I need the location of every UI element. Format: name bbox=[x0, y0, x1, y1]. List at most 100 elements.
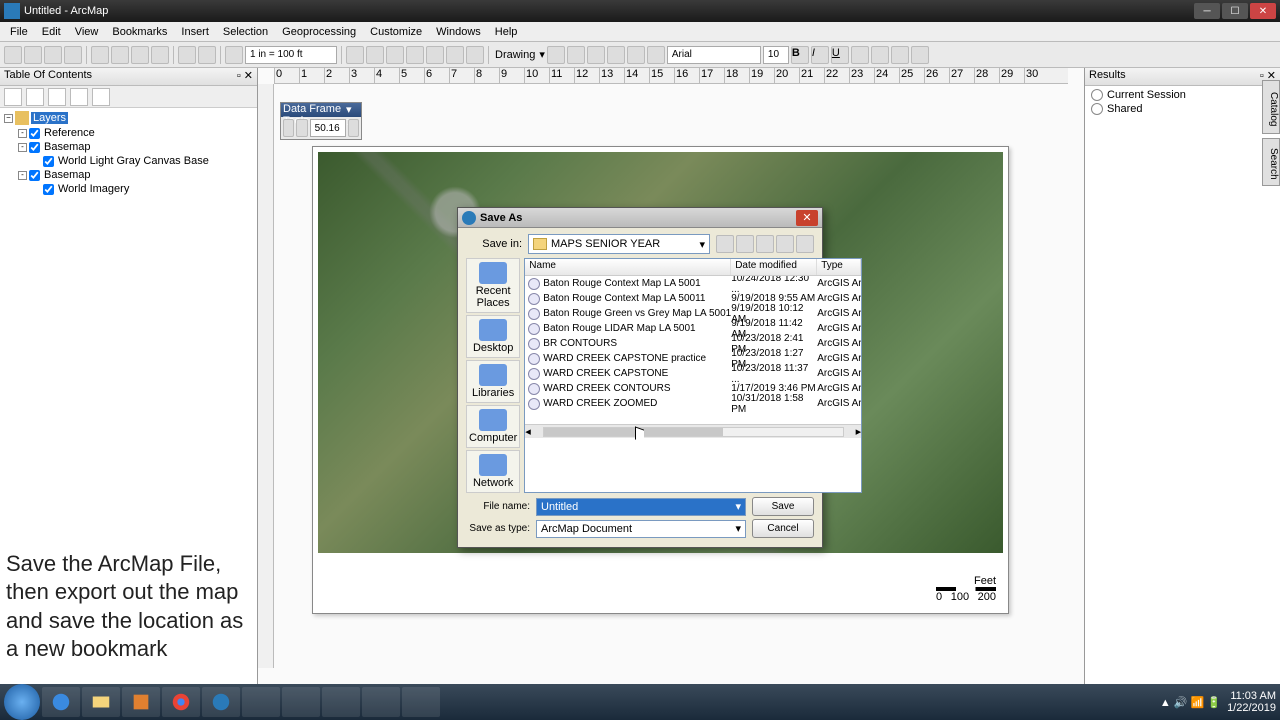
editor-toolbar-icon[interactable] bbox=[346, 46, 364, 64]
toc-list-by-source-icon[interactable] bbox=[26, 88, 44, 106]
fontcolor-icon[interactable] bbox=[851, 46, 869, 64]
search-icon[interactable] bbox=[406, 46, 424, 64]
task-arcmap[interactable] bbox=[202, 687, 240, 717]
bold-icon[interactable]: B bbox=[791, 46, 809, 64]
undo-icon[interactable] bbox=[178, 46, 196, 64]
delete-icon[interactable] bbox=[151, 46, 169, 64]
task-ie[interactable] bbox=[42, 687, 80, 717]
results-item[interactable]: Shared bbox=[1107, 103, 1142, 115]
catalog-icon[interactable] bbox=[386, 46, 404, 64]
add-data-icon[interactable] bbox=[225, 46, 243, 64]
up-one-level-icon[interactable] bbox=[736, 235, 754, 253]
layer-label[interactable]: World Light Gray Canvas Base bbox=[56, 155, 211, 167]
task-app3[interactable] bbox=[322, 687, 360, 717]
menu-file[interactable]: File bbox=[4, 24, 34, 40]
marker-icon[interactable] bbox=[607, 46, 625, 64]
layer-checkbox[interactable] bbox=[29, 128, 40, 139]
new-folder-icon[interactable] bbox=[756, 235, 774, 253]
layer-checkbox[interactable] bbox=[29, 142, 40, 153]
data-frame-tools-toolbar[interactable]: Data Frame Tools▾ ✕ bbox=[280, 102, 362, 140]
select-element-icon[interactable] bbox=[547, 46, 565, 64]
save-icon[interactable] bbox=[44, 46, 62, 64]
place-libraries[interactable]: Libraries bbox=[466, 360, 520, 403]
layer-label[interactable]: Basemap bbox=[42, 169, 92, 181]
task-app4[interactable] bbox=[362, 687, 400, 717]
tray-icons[interactable]: ▲ 🔊 📶 🔋 bbox=[1160, 696, 1221, 709]
minimize-button[interactable]: ─ bbox=[1194, 3, 1220, 19]
col-name[interactable]: Name bbox=[525, 259, 731, 275]
fontsize-input[interactable] bbox=[763, 46, 789, 64]
tray-clock[interactable]: 11:03 AM1/22/2019 bbox=[1227, 690, 1276, 714]
task-app2[interactable] bbox=[282, 687, 320, 717]
toc-list-by-visibility-icon[interactable] bbox=[48, 88, 66, 106]
clear-rotation-icon[interactable] bbox=[296, 119, 307, 137]
expand-icon[interactable]: - bbox=[18, 129, 27, 138]
place-network[interactable]: Network bbox=[466, 450, 520, 493]
file-row[interactable]: WARD CREEK CAPSTONE10/23/2018 11:37 ...A… bbox=[525, 366, 861, 381]
menu-customize[interactable]: Customize bbox=[364, 24, 428, 40]
layer-label[interactable]: World Imagery bbox=[56, 183, 131, 195]
place-recent[interactable]: Recent Places bbox=[466, 258, 520, 313]
maximize-button[interactable]: ☐ bbox=[1222, 3, 1248, 19]
toc-pin-icon[interactable]: ▫ ✕ bbox=[237, 69, 253, 84]
menu-selection[interactable]: Selection bbox=[217, 24, 274, 40]
rotation-input[interactable] bbox=[310, 119, 346, 137]
layer-label[interactable]: Reference bbox=[42, 127, 97, 139]
expand-icon[interactable]: − bbox=[4, 114, 13, 123]
font-input[interactable] bbox=[667, 46, 761, 64]
task-media[interactable] bbox=[122, 687, 160, 717]
toc-options-icon[interactable] bbox=[92, 88, 110, 106]
col-type[interactable]: Type bbox=[817, 259, 861, 275]
search-tab[interactable]: Search bbox=[1262, 138, 1280, 186]
menu-geoprocessing[interactable]: Geoprocessing bbox=[276, 24, 362, 40]
copy-icon[interactable] bbox=[111, 46, 129, 64]
dftools-close-icon[interactable]: ▾ ✕ bbox=[346, 103, 359, 117]
tools-icon[interactable] bbox=[796, 235, 814, 253]
arctoolbox-icon[interactable] bbox=[426, 46, 444, 64]
savetype-combo[interactable]: ArcMap Document▾ bbox=[536, 520, 746, 538]
toc-list-by-drawing-icon[interactable] bbox=[4, 88, 22, 106]
new-icon[interactable] bbox=[4, 46, 22, 64]
savein-combo[interactable]: MAPS SENIOR YEAR ▾ bbox=[528, 234, 710, 254]
linecolor-icon[interactable] bbox=[891, 46, 909, 64]
modelbuilder-icon[interactable] bbox=[466, 46, 484, 64]
italic-icon[interactable]: I bbox=[811, 46, 829, 64]
print-icon[interactable] bbox=[64, 46, 82, 64]
toc-root[interactable]: Layers bbox=[31, 112, 68, 124]
cancel-button[interactable]: Cancel bbox=[752, 519, 814, 538]
catalog-tab[interactable]: Catalog bbox=[1262, 80, 1280, 134]
view-menu-icon[interactable] bbox=[776, 235, 794, 253]
rectangle-icon[interactable] bbox=[567, 46, 585, 64]
close-button[interactable]: ✕ bbox=[1250, 3, 1276, 19]
toc-list-by-selection-icon[interactable] bbox=[70, 88, 88, 106]
file-row[interactable]: WARD CREEK ZOOMED10/31/2018 1:58 PMArcGI… bbox=[525, 396, 861, 411]
menu-help[interactable]: Help bbox=[489, 24, 524, 40]
open-icon[interactable] bbox=[24, 46, 42, 64]
underline-icon[interactable]: U bbox=[831, 46, 849, 64]
map-scale-input[interactable] bbox=[245, 46, 337, 64]
col-date[interactable]: Date modified bbox=[731, 259, 817, 275]
menu-insert[interactable]: Insert bbox=[175, 24, 215, 40]
menu-bookmarks[interactable]: Bookmarks bbox=[106, 24, 173, 40]
file-row[interactable]: Baton Rouge Context Map LA 500110/24/201… bbox=[525, 276, 861, 291]
expand-icon[interactable]: - bbox=[18, 171, 27, 180]
toc-icon[interactable] bbox=[366, 46, 384, 64]
redo-icon[interactable] bbox=[198, 46, 216, 64]
back-nav-icon[interactable] bbox=[716, 235, 734, 253]
expand-icon[interactable]: - bbox=[18, 143, 27, 152]
polygon-icon[interactable] bbox=[647, 46, 665, 64]
rotate-df-icon[interactable] bbox=[283, 119, 294, 137]
paste-icon[interactable] bbox=[131, 46, 149, 64]
markercolor-icon[interactable] bbox=[911, 46, 929, 64]
horizontal-scrollbar[interactable]: ◂▸ bbox=[525, 424, 861, 438]
text-icon[interactable] bbox=[587, 46, 605, 64]
menu-windows[interactable]: Windows bbox=[430, 24, 487, 40]
place-computer[interactable]: Computer bbox=[466, 405, 520, 448]
task-explorer[interactable] bbox=[82, 687, 120, 717]
task-chrome[interactable] bbox=[162, 687, 200, 717]
task-app5[interactable] bbox=[402, 687, 440, 717]
filename-input[interactable]: Untitled▾ bbox=[536, 498, 746, 516]
task-app1[interactable] bbox=[242, 687, 280, 717]
drawing-label[interactable]: Drawing bbox=[493, 49, 537, 61]
fillcolor-icon[interactable] bbox=[871, 46, 889, 64]
